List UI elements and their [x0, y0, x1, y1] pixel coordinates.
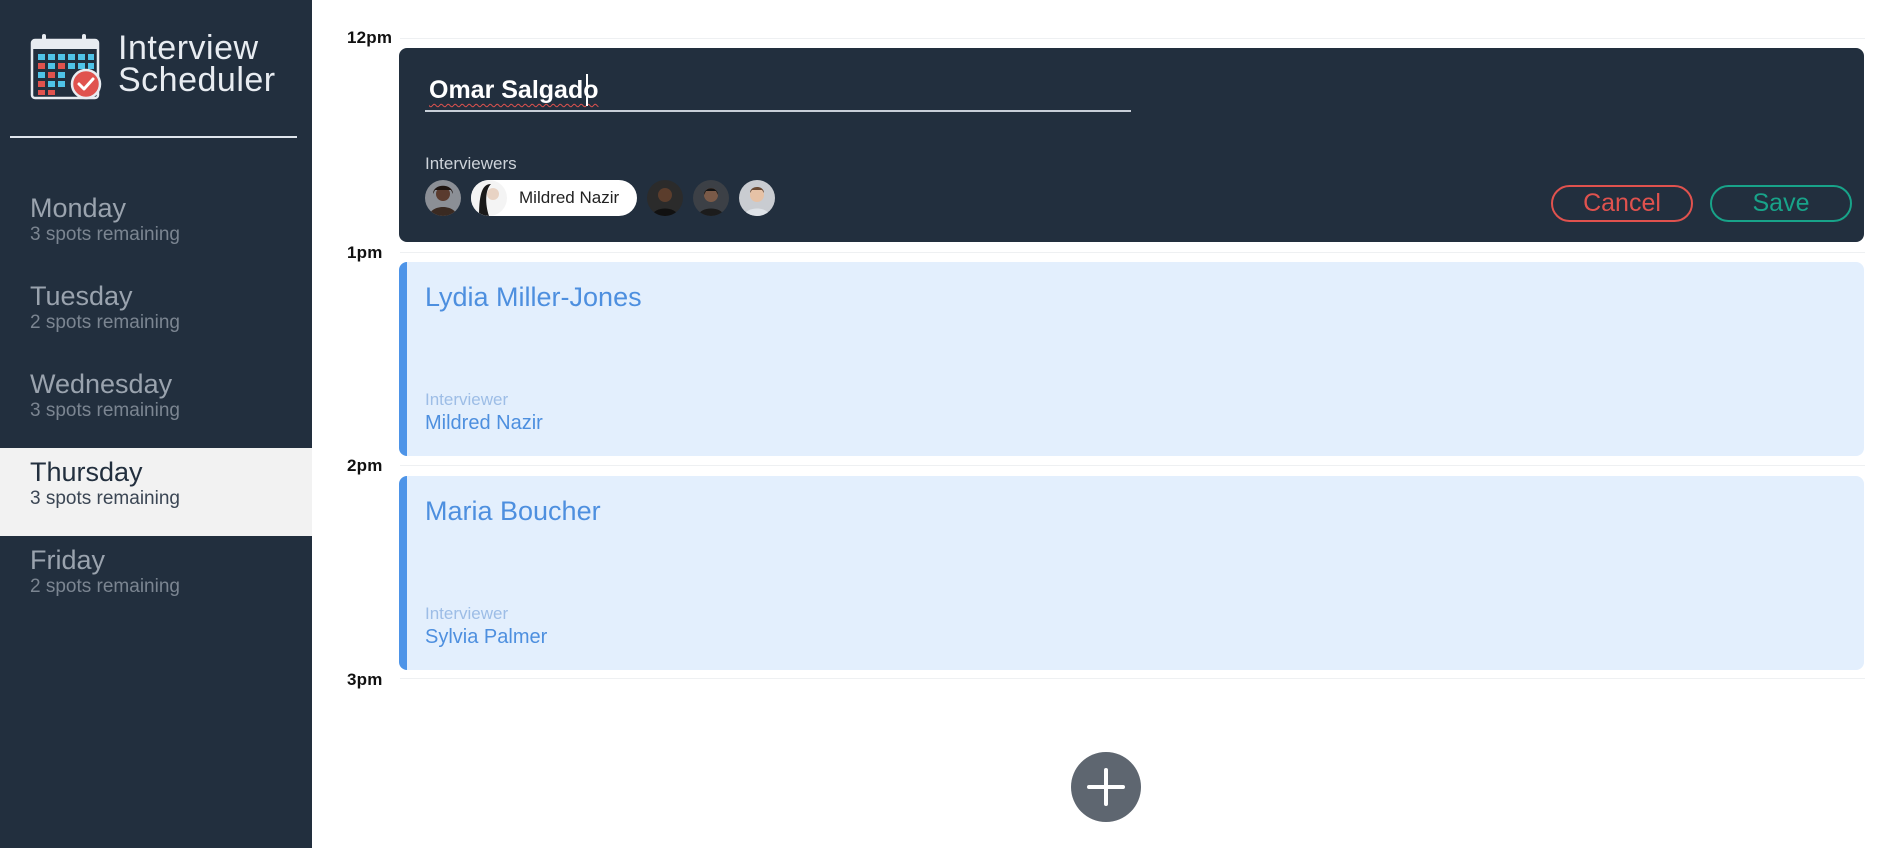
interviewer-avatar[interactable]: [425, 180, 461, 216]
appointment-card[interactable]: Lydia Miller-Jones Interviewer Mildred N…: [399, 262, 1864, 456]
hour-label-3pm: 3pm: [347, 670, 383, 689]
selected-interviewer[interactable]: Mildred Nazir: [471, 180, 638, 216]
day-spots: 2 spots remaining: [30, 312, 180, 333]
day-spots: 3 spots remaining: [30, 224, 180, 245]
day-spots: 2 spots remaining: [30, 576, 180, 597]
day-spots: 3 spots remaining: [30, 400, 180, 421]
person-avatar-icon: [693, 180, 730, 216]
hour-divider: [400, 465, 1865, 466]
appointment-interviewer: Mildred Nazir: [425, 412, 543, 434]
selected-interviewer-name: Mildred Nazir: [519, 188, 620, 207]
app-title-line1: Interview: [118, 29, 259, 67]
interviewer-avatar: [471, 180, 507, 216]
day-item-monday[interactable]: Monday 3 spots remaining: [0, 184, 312, 272]
appointment-form: Omar Salgado Interviewers Mildred Nazir …: [399, 48, 1864, 242]
student-name-value: Omar Salgado: [429, 76, 599, 104]
plus-icon: [1087, 768, 1125, 806]
appointment-interviewer: Sylvia Palmer: [425, 626, 548, 648]
hour-divider: [400, 252, 1865, 253]
add-appointment-button[interactable]: [1071, 752, 1141, 822]
calendar-check-icon: [30, 34, 102, 100]
hour-divider: [400, 678, 1865, 679]
hour-label-2pm: 2pm: [347, 456, 383, 475]
text-caret: [586, 74, 588, 106]
person-avatar-icon: [425, 180, 461, 216]
appointment-card[interactable]: Maria Boucher Interviewer Sylvia Palmer: [399, 476, 1864, 670]
save-button[interactable]: Save: [1710, 185, 1852, 222]
day-name: Thursday: [30, 457, 143, 487]
day-spots: 3 spots remaining: [30, 488, 180, 509]
day-name: Monday: [30, 193, 127, 223]
person-avatar-icon: [739, 180, 776, 216]
app-root: Interview Scheduler Monday 3 spots remai…: [0, 0, 1895, 848]
appointment-interviewer-label: Interviewer: [425, 390, 509, 409]
day-list: Monday 3 spots remaining Tuesday 2 spots…: [0, 184, 312, 624]
interviewer-avatar[interactable]: [647, 180, 684, 216]
hour-label-12pm: 12pm: [347, 28, 393, 47]
interviewers-label: Interviewers: [425, 154, 517, 173]
cancel-button[interactable]: Cancel: [1551, 185, 1693, 222]
day-item-thursday[interactable]: Thursday 3 spots remaining: [0, 448, 312, 536]
sidebar: Interview Scheduler Monday 3 spots remai…: [0, 0, 312, 848]
hour-divider: [400, 38, 1865, 39]
app-title-line2: Scheduler: [118, 61, 276, 99]
app-logo: Interview Scheduler: [30, 29, 276, 102]
appointment-interviewer-label: Interviewer: [425, 604, 509, 623]
schedule: 12pm 1pm 2pm 3pm Omar Salgado Interviewe…: [312, 0, 1895, 848]
appointment-student: Maria Boucher: [425, 496, 601, 526]
interviewer-list: Mildred Nazir: [425, 180, 776, 216]
hour-label-1pm: 1pm: [347, 243, 383, 262]
day-item-wednesday[interactable]: Wednesday 3 spots remaining: [0, 360, 312, 448]
day-item-friday[interactable]: Friday 2 spots remaining: [0, 536, 312, 624]
appointment-student: Lydia Miller-Jones: [425, 282, 642, 312]
app-title: Interview Scheduler: [118, 29, 276, 99]
person-avatar-icon: [647, 180, 684, 216]
day-item-tuesday[interactable]: Tuesday 2 spots remaining: [0, 272, 312, 360]
day-name: Tuesday: [30, 281, 133, 311]
sidebar-divider: [10, 136, 297, 138]
day-name: Friday: [30, 545, 106, 575]
day-name: Wednesday: [30, 369, 173, 399]
interviewer-avatar[interactable]: [739, 180, 776, 216]
interviewer-avatar[interactable]: [693, 180, 730, 216]
person-avatar-icon: [471, 180, 507, 216]
